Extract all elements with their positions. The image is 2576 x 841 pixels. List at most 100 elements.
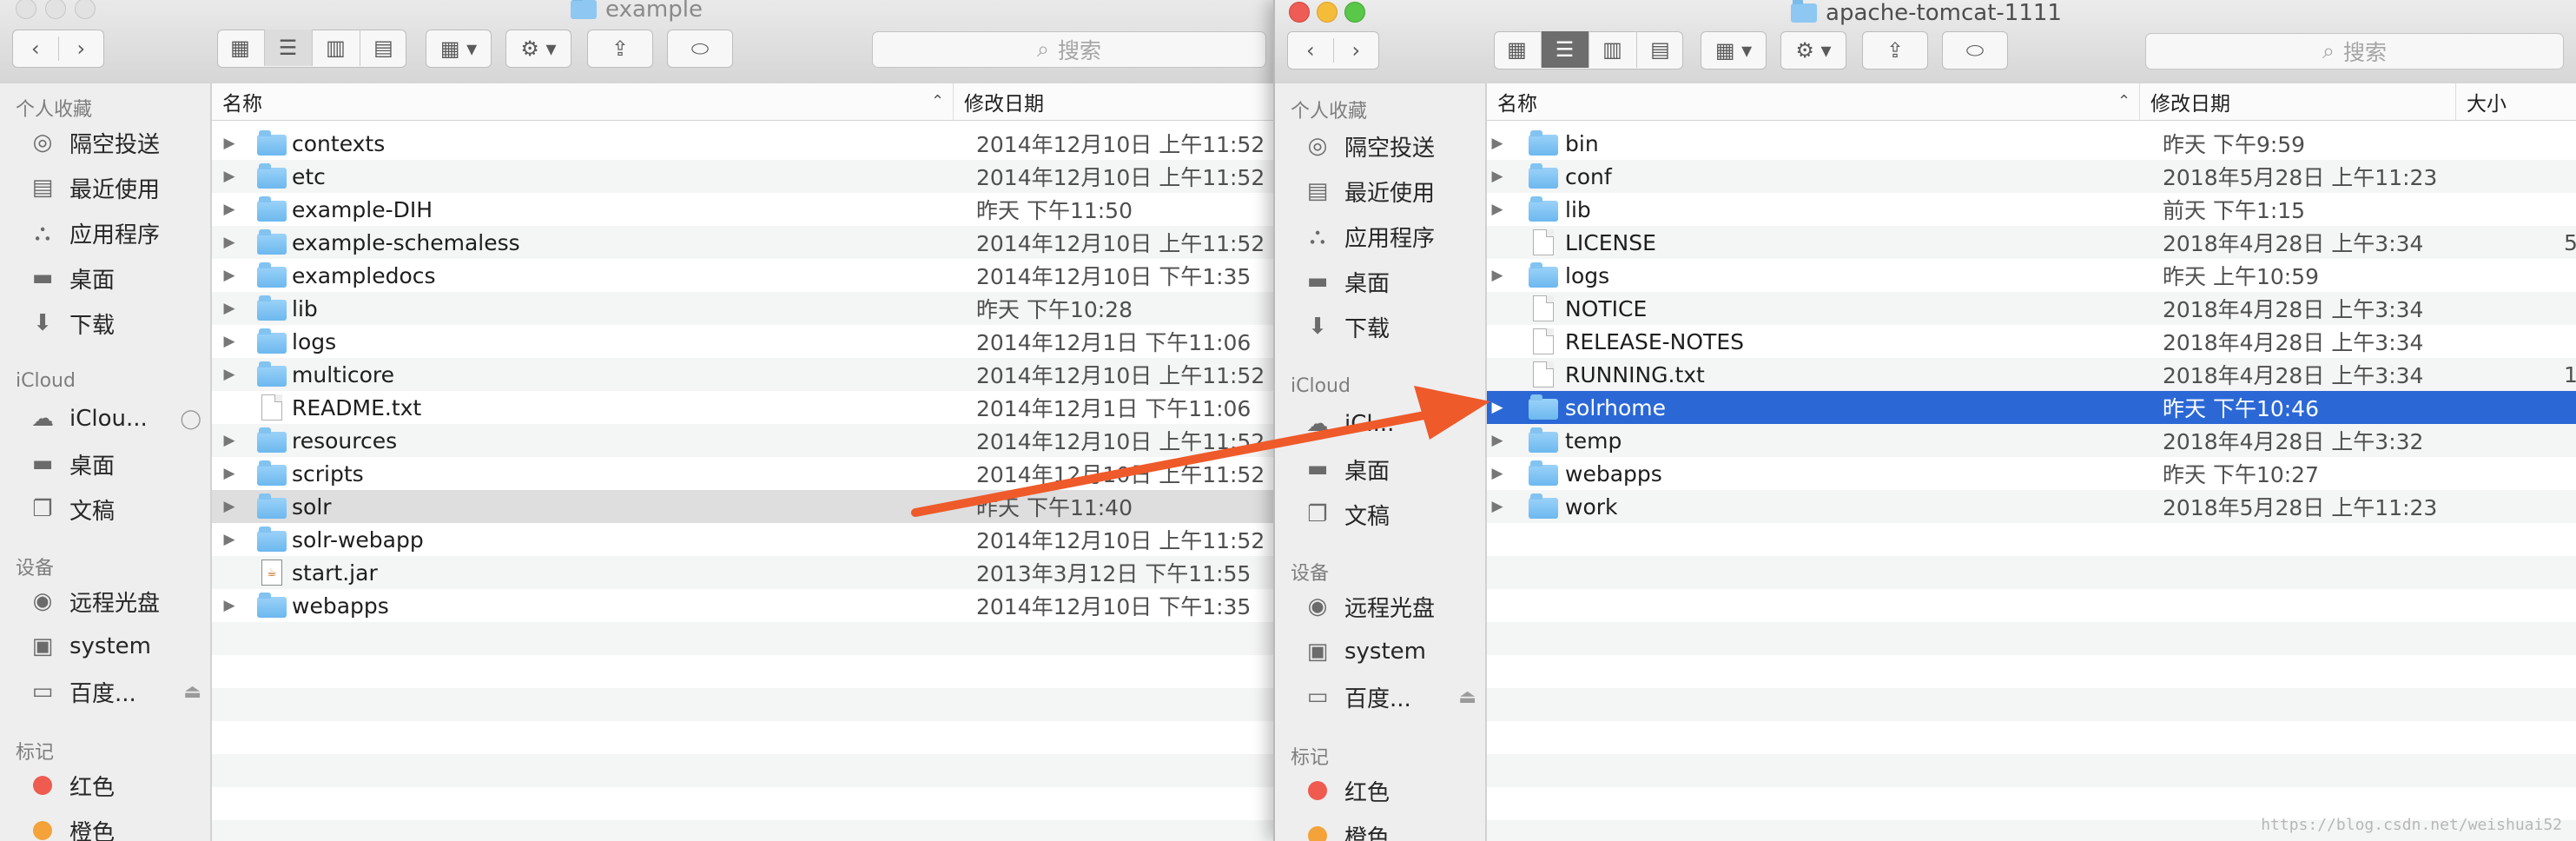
sidebar-item[interactable]: ⛬ 应用程序 xyxy=(1303,217,1476,255)
sidebar-item[interactable]: ▬ 桌面 xyxy=(1303,450,1476,488)
table-row[interactable]: ▶ webapps 2014年12月10日 下午1:35 xyxy=(212,589,1273,622)
sidebar-item[interactable]: 橙色 xyxy=(1303,817,1476,841)
table-row[interactable]: ▶ exampledocs 2014年12月10日 下午1:35 xyxy=(212,259,1273,292)
column-view-button[interactable]: ▥ xyxy=(1589,31,1637,68)
disclosure-triangle-icon[interactable]: ▶ xyxy=(1489,432,1506,449)
table-row[interactable]: NOTICE 2018年4月28日 上午3:34 xyxy=(1487,292,2576,325)
sidebar-item[interactable]: ▬ 桌面 xyxy=(28,445,201,483)
disclosure-triangle-icon[interactable]: ▶ xyxy=(1489,498,1506,515)
table-row[interactable]: README.txt 2014年12月1日 下午11:06 xyxy=(212,391,1273,424)
table-row[interactable]: ▶ solr-webapp 2014年12月10日 上午11:52 xyxy=(212,523,1273,556)
arrange-button[interactable]: ▦ ▾ xyxy=(1701,31,1767,70)
table-row[interactable]: ▶ resources 2014年12月10日 上午11:52 xyxy=(212,424,1273,457)
table-row[interactable]: RELEASE-NOTES 2018年4月28日 上午3:34 xyxy=(1487,325,2576,358)
back-button[interactable]: ‹ xyxy=(13,36,59,61)
column-name[interactable]: 名称 xyxy=(1487,83,2140,120)
table-row[interactable]: ▶ solr 昨天 下午11:40 xyxy=(212,490,1273,523)
column-date[interactable]: 修改日期 xyxy=(954,83,1273,120)
table-row[interactable]: ▶ example-DIH 昨天 下午11:50 xyxy=(212,193,1273,226)
table-row[interactable]: ▶ work 2018年5月28日 上午11:23 xyxy=(1487,490,2576,523)
sidebar-item[interactable]: 红色 xyxy=(28,766,201,805)
disclosure-triangle-icon[interactable]: ▶ xyxy=(1489,465,1506,482)
disclosure-triangle-icon[interactable]: ▶ xyxy=(221,498,238,515)
gallery-view-button[interactable]: ▤ xyxy=(360,30,407,66)
list-view-button[interactable]: ☰ xyxy=(264,30,313,66)
action-gear-button[interactable]: ⚙ ▾ xyxy=(1780,31,1846,70)
forward-button[interactable]: › xyxy=(59,36,104,61)
sidebar-item[interactable]: ◉ 远程光盘 xyxy=(28,582,201,620)
sidebar-item[interactable]: 红色 xyxy=(1303,771,1476,810)
disclosure-triangle-icon[interactable]: ▶ xyxy=(221,267,238,284)
sidebar-item[interactable]: ▤ 最近使用 xyxy=(1303,172,1476,210)
disclosure-triangle-icon[interactable]: ▶ xyxy=(221,432,238,449)
back-button[interactable]: ‹ xyxy=(1288,38,1334,63)
disclosure-triangle-icon[interactable]: ▶ xyxy=(1489,168,1506,185)
disclosure-triangle-icon[interactable]: ▶ xyxy=(1489,267,1506,284)
sidebar-item[interactable]: ▣ system xyxy=(1303,632,1476,671)
sidebar-item[interactable]: ⬇ 下载 xyxy=(28,304,201,342)
arrange-button[interactable]: ▦ ▾ xyxy=(426,30,492,68)
sidebar-item[interactable]: ▬ 桌面 xyxy=(1303,262,1476,301)
table-row[interactable]: ▶ etc 2014年12月10日 上午11:52 xyxy=(212,160,1273,193)
sidebar-item[interactable]: ▭ 百度... ⏏ xyxy=(1303,678,1476,716)
sidebar-item[interactable]: ◉ 远程光盘 xyxy=(1303,587,1476,626)
eject-icon[interactable]: ⏏ xyxy=(183,681,201,703)
disclosure-triangle-icon[interactable]: ▶ xyxy=(1489,399,1506,416)
column-date[interactable]: 修改日期 xyxy=(2140,83,2456,120)
sidebar-item[interactable]: ◎ 隔空投送 xyxy=(28,123,201,162)
column-size[interactable]: 大小 xyxy=(2456,83,2576,120)
sidebar-item[interactable]: ▭ 百度... ⏏ xyxy=(28,672,201,711)
table-row[interactable]: ▶ lib 前天 下午1:15 xyxy=(1487,193,2576,226)
disclosure-triangle-icon[interactable]: ▶ xyxy=(221,366,238,383)
search-field[interactable]: ⌕ 搜索 xyxy=(872,31,1266,68)
share-button[interactable]: ⇪ xyxy=(587,30,653,68)
table-row[interactable]: ▶ scripts 2014年12月10日 上午11:52 xyxy=(212,457,1273,490)
icon-view-button[interactable]: ▦ xyxy=(1494,31,1542,68)
table-row[interactable]: ▶ conf 2018年5月28日 上午11:23 xyxy=(1487,160,2576,193)
table-row[interactable]: ▶ lib 昨天 下午10:28 xyxy=(212,292,1273,325)
table-row[interactable]: ▶ bin 昨天 下午9:59 xyxy=(1487,127,2576,160)
disclosure-triangle-icon[interactable]: ▶ xyxy=(1489,135,1506,152)
sidebar-item[interactable]: ▬ 桌面 xyxy=(28,259,201,297)
sidebar-item[interactable]: ⬇ 下载 xyxy=(1303,308,1476,346)
action-gear-button[interactable]: ⚙ ▾ xyxy=(505,30,571,68)
disclosure-triangle-icon[interactable]: ▶ xyxy=(221,465,238,482)
sidebar-item[interactable]: 橙色 xyxy=(28,811,201,841)
disclosure-triangle-icon[interactable]: ▶ xyxy=(221,531,238,548)
table-row[interactable]: ▶ logs 2014年12月1日 下午11:06 xyxy=(212,325,1273,358)
sidebar-item[interactable]: ▤ 最近使用 xyxy=(28,169,201,207)
sidebar-item[interactable]: ☁ iCl... xyxy=(1303,405,1476,443)
disclosure-triangle-icon[interactable]: ▶ xyxy=(221,201,238,218)
list-view-button[interactable]: ☰ xyxy=(1541,31,1589,68)
table-row[interactable]: RUNNING.txt 2018年4月28日 上午3:34 1 xyxy=(1487,358,2576,391)
gallery-view-button[interactable]: ▤ xyxy=(1637,31,1684,68)
column-view-button[interactable]: ▥ xyxy=(313,30,360,66)
sidebar-item[interactable]: ▣ system xyxy=(28,627,201,666)
tags-button[interactable]: ⬭ xyxy=(1942,31,2008,70)
table-row[interactable]: ▶ contexts 2014年12月10日 上午11:52 xyxy=(212,127,1273,160)
disclosure-triangle-icon[interactable]: ▶ xyxy=(221,300,238,317)
sidebar-item[interactable]: ❐ 文稿 xyxy=(1303,495,1476,533)
disclosure-triangle-icon[interactable]: ▶ xyxy=(1489,201,1506,218)
disclosure-triangle-icon[interactable]: ▶ xyxy=(221,597,238,614)
table-row[interactable]: ▶ webapps 昨天 下午10:27 xyxy=(1487,457,2576,490)
table-row[interactable]: ▶ example-schemaless 2014年12月10日 上午11:52 xyxy=(212,226,1273,259)
table-row[interactable]: ▶ logs 昨天 上午10:59 xyxy=(1487,259,2576,292)
eject-icon[interactable]: ⏏ xyxy=(1458,686,1476,708)
share-button[interactable]: ⇪ xyxy=(1862,31,1928,70)
table-row[interactable]: LICENSE 2018年4月28日 上午3:34 5 xyxy=(1487,226,2576,259)
search-field[interactable]: ⌕ 搜索 xyxy=(2145,33,2564,70)
icon-view-button[interactable]: ▦ xyxy=(217,30,265,66)
disclosure-triangle-icon[interactable]: ▶ xyxy=(221,168,238,185)
column-name[interactable]: 名称 xyxy=(212,83,954,120)
disclosure-triangle-icon[interactable]: ▶ xyxy=(221,234,238,251)
sidebar-item[interactable]: ❐ 文稿 xyxy=(28,490,201,528)
forward-button[interactable]: › xyxy=(1334,38,1379,63)
sidebar-item[interactable]: ☁ iClou... ◯ xyxy=(28,400,201,438)
table-row[interactable]: ☕ start.jar 2013年3月12日 下午11:55 xyxy=(212,556,1273,589)
disclosure-triangle-icon[interactable]: ▶ xyxy=(221,333,238,350)
table-row[interactable]: ▶ solrhome 昨天 下午10:46 xyxy=(1487,391,2576,424)
sidebar-item[interactable]: ◎ 隔空投送 xyxy=(1303,127,1476,165)
sidebar-item[interactable]: ⛬ 应用程序 xyxy=(28,214,201,252)
disclosure-triangle-icon[interactable]: ▶ xyxy=(221,135,238,152)
